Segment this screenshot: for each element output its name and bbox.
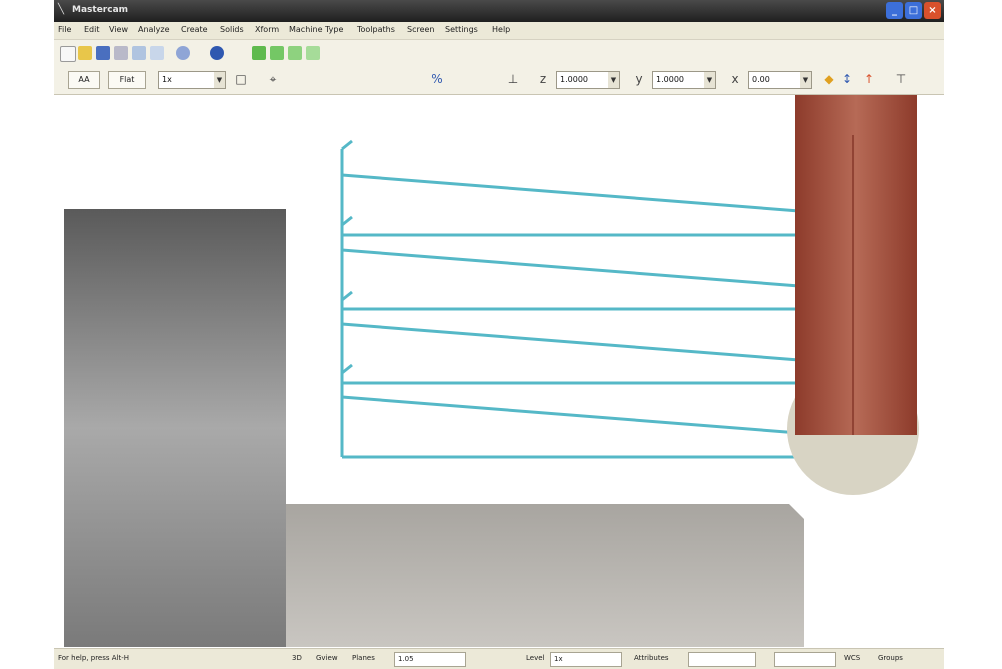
menu-view[interactable]: View — [109, 25, 128, 34]
toolpath-canvas — [64, 95, 919, 647]
menu-machine-type[interactable]: Machine Type — [289, 25, 343, 34]
menu-create[interactable]: Create — [181, 25, 208, 34]
toolpath-pass-1 — [341, 173, 800, 213]
save-icon[interactable] — [96, 46, 110, 60]
menu-file[interactable]: File — [58, 25, 71, 34]
menu-edit[interactable]: Edit — [84, 25, 100, 34]
secondary-toolbar: AA Flat 1x ▼ □ ⌖ % ⊥ z 1.0000 ▼ y 1.0000… — [54, 66, 944, 95]
close-icon[interactable]: × — [924, 2, 941, 19]
stock-material-light — [286, 504, 804, 647]
menu-screen[interactable]: Screen — [407, 25, 435, 34]
highlight-icon[interactable]: ◆ — [822, 72, 836, 86]
end-mill-tool — [795, 95, 917, 435]
level-select-value: 1x — [162, 75, 172, 84]
window-title: Mastercam — [72, 5, 129, 15]
analyze-icon[interactable]: % — [430, 72, 444, 86]
toolbar-button-aa[interactable]: AA — [68, 71, 100, 89]
menu-help[interactable]: Help — [492, 25, 510, 34]
status-level-field[interactable]: 1x — [550, 652, 622, 667]
chevron-down-icon: ▼ — [800, 72, 811, 88]
menu-bar: File Edit View Analyze Create Solids Xfo… — [54, 22, 944, 40]
status-color-field[interactable] — [688, 652, 756, 667]
status-gview-label[interactable]: Gview — [316, 654, 338, 662]
y-depth-field[interactable]: 1.0000 ▼ — [652, 71, 716, 89]
menu-xform[interactable]: Xform — [255, 25, 279, 34]
green-tool-icon-3[interactable] — [288, 46, 302, 60]
z-depth-field[interactable]: 1.0000 ▼ — [556, 71, 620, 89]
status-3d-label[interactable]: 3D — [292, 654, 302, 662]
minimize-icon[interactable]: _ — [886, 2, 903, 19]
maximize-icon[interactable]: □ — [905, 2, 922, 19]
new-file-icon[interactable] — [60, 46, 76, 62]
rectangle-icon[interactable]: □ — [234, 72, 248, 86]
application-window: ╲ Mastercam _ □ × File Edit View Analyze… — [54, 0, 944, 669]
tool-stem-icon[interactable]: ⊥ — [506, 72, 520, 86]
print-icon[interactable] — [114, 46, 128, 60]
filter-icon[interactable]: ⊤ — [894, 72, 908, 86]
status-planes-label[interactable]: Planes — [352, 654, 375, 662]
status-help-text: For help, press Alt-H — [58, 654, 130, 662]
arrow-icon[interactable]: ↑ — [862, 72, 876, 86]
status-level-value: 1x — [554, 655, 563, 663]
x-depth-field[interactable]: 0.00 ▼ — [748, 71, 812, 89]
green-tool-icon-2[interactable] — [270, 46, 284, 60]
menu-toolpaths[interactable]: Toolpaths — [357, 25, 395, 34]
level-select[interactable]: 1x ▼ — [158, 71, 226, 89]
y-depth-value: 1.0000 — [656, 75, 684, 84]
cut-icon[interactable] — [132, 46, 146, 60]
stock-material-dark — [64, 209, 286, 647]
z-depth-value: 1.0000 — [560, 75, 588, 84]
x-depth-value: 0.00 — [752, 75, 770, 84]
tool-stem-icon-2[interactable]: ↕ — [840, 72, 854, 86]
status-level-label: Level — [526, 654, 545, 662]
toolbar-button-flat[interactable]: Flat — [108, 71, 146, 89]
chevron-down-icon: ▼ — [704, 72, 715, 88]
app-logo-icon: ╲ — [58, 4, 65, 15]
shade-sphere-icon[interactable] — [210, 46, 224, 60]
menu-solids[interactable]: Solids — [220, 25, 244, 34]
green-tool-icon[interactable] — [252, 46, 266, 60]
view-orbit-icon[interactable] — [176, 46, 190, 60]
point-icon[interactable]: ⌖ — [266, 72, 280, 86]
chevron-down-icon: ▼ — [608, 72, 619, 88]
toolpath-lead-in-1 — [341, 139, 353, 151]
status-z-value: 1.05 — [398, 655, 414, 663]
graphics-viewport[interactable] — [64, 95, 944, 647]
main-toolbar — [54, 40, 944, 66]
status-wcs-label[interactable]: WCS — [844, 654, 860, 662]
toolpath-pass-3 — [341, 248, 800, 288]
status-bar: For help, press Alt-H 3D Gview Planes 1.… — [54, 648, 944, 669]
menu-analyze[interactable]: Analyze — [138, 25, 170, 34]
menu-settings[interactable]: Settings — [445, 25, 478, 34]
status-groups-label[interactable]: Groups — [878, 654, 903, 662]
status-attributes-label[interactable]: Attributes — [634, 654, 669, 662]
toolpath-lines — [340, 139, 800, 459]
toolpath-pass-7 — [341, 395, 800, 435]
title-bar: ╲ Mastercam _ □ × — [54, 0, 944, 22]
z-axis-icon: z — [539, 72, 547, 86]
status-linestyle-field[interactable] — [774, 652, 836, 667]
chevron-down-icon: ▼ — [214, 72, 225, 88]
green-tool-icon-4[interactable] — [306, 46, 320, 60]
open-folder-icon[interactable] — [78, 46, 92, 60]
x-axis-icon: x — [731, 72, 739, 86]
y-axis-icon: y — [635, 72, 643, 86]
status-z-field[interactable]: 1.05 — [394, 652, 466, 667]
toolpath-pass-5 — [341, 322, 800, 362]
copy-icon[interactable] — [150, 46, 164, 60]
